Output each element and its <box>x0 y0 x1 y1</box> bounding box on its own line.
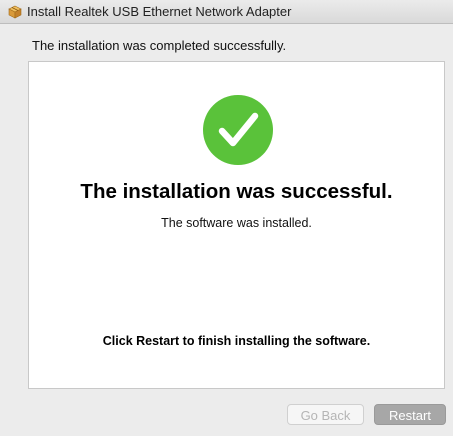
title-bar[interactable]: Install Realtek USB Ethernet Network Ada… <box>0 0 453 24</box>
content-panel: The installation was successful. The sof… <box>28 61 445 389</box>
installer-subheader: The installation was completed successfu… <box>32 38 287 53</box>
package-icon <box>8 5 22 19</box>
success-message: The software was installed. <box>161 216 312 230</box>
success-headline: The installation was successful. <box>80 180 393 203</box>
checkmark-icon <box>202 94 274 166</box>
go-back-button[interactable]: Go Back <box>287 404 364 425</box>
installer-window: Install Realtek USB Ethernet Network Ada… <box>0 0 453 436</box>
restart-instruction: Click Restart to finish installing the s… <box>102 334 371 348</box>
window-title: Install Realtek USB Ethernet Network Ada… <box>27 4 292 19</box>
restart-button[interactable]: Restart <box>374 404 446 425</box>
